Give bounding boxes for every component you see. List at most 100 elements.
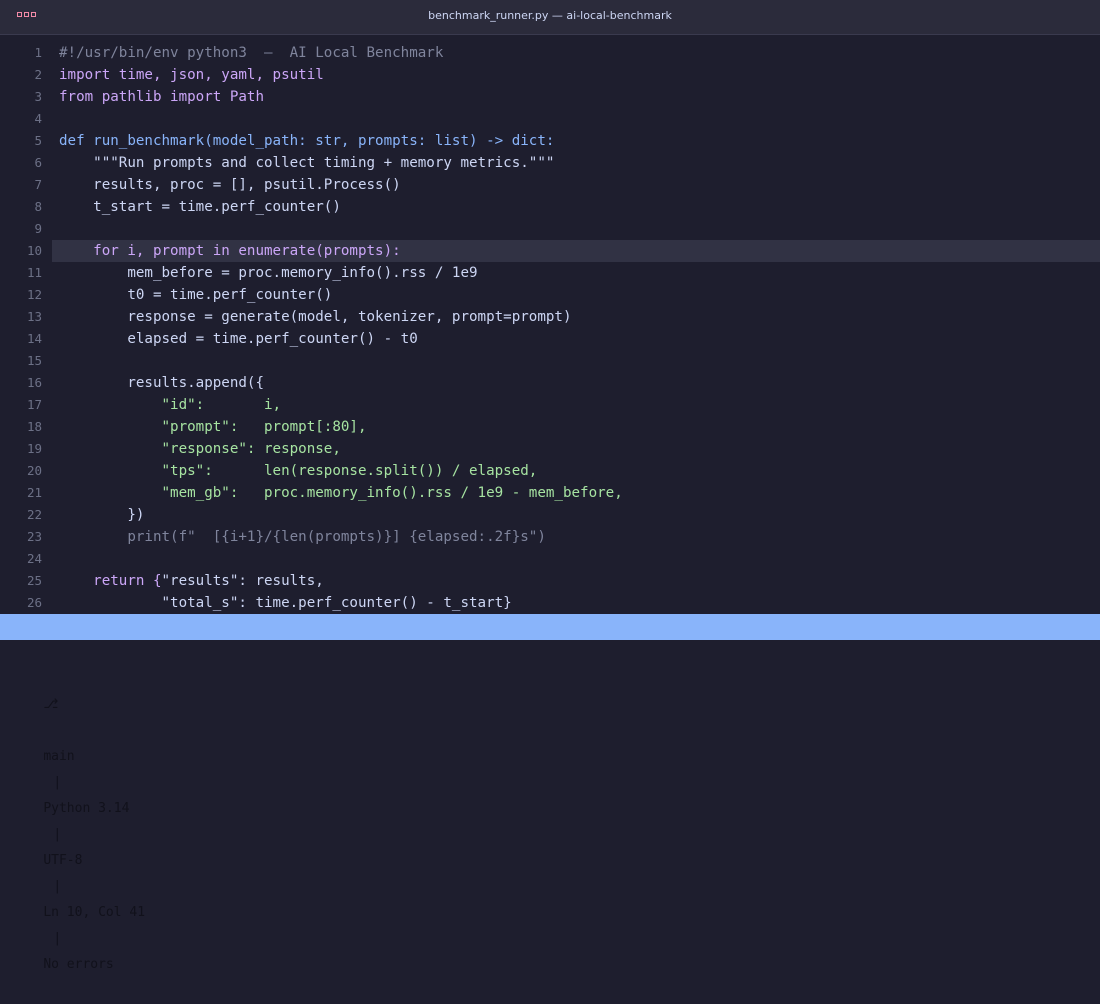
code-text[interactable]: mem_before = proc.memory_info().rss / 1e… [59, 262, 477, 284]
code-text[interactable]: results, proc = [], psutil.Process() [59, 174, 401, 196]
code-token: import [59, 67, 111, 83]
status-separator: | [53, 931, 62, 946]
git-branch-icon[interactable]: ⎇ [43, 697, 58, 712]
code-line[interactable]: 1 #!/usr/bin/env python3 — AI Local Bench… [0, 42, 1100, 64]
code-token: #!/usr/bin/env python3 — AI Local Benchm… [59, 45, 444, 61]
branch-name[interactable]: main [43, 749, 74, 764]
code-token: t0 = time.perf_counter() [59, 287, 333, 303]
code-line[interactable]: 12 t0 = time.perf_counter() [0, 284, 1100, 306]
line-number: 26 [26, 595, 42, 610]
code-line[interactable]: 23 print(f" [{i+1}/{len(prompts)}] {elap… [0, 526, 1100, 548]
code-token: }) [59, 507, 145, 523]
code-text[interactable]: "prompt": prompt[:80], [59, 416, 367, 438]
code-text[interactable]: t_start = time.perf_counter() [59, 196, 341, 218]
line-number: 2 [34, 67, 42, 82]
code-text[interactable]: results.append({ [59, 372, 264, 394]
line-number: 8 [34, 199, 42, 214]
line-number: 23 [26, 529, 42, 544]
code-token: "response": response, [59, 441, 341, 457]
code-text[interactable]: "total_s": time.perf_counter() - t_start… [59, 592, 512, 614]
file-encoding[interactable]: UTF-8 [43, 853, 82, 868]
code-line[interactable]: 2 import time, json, yaml, psutil [0, 64, 1100, 86]
code-line[interactable]: 14 elapsed = time.perf_counter() - t0 [0, 328, 1100, 350]
code-line[interactable]: 13 response = generate(model, tokenizer,… [0, 306, 1100, 328]
code-token: for i, prompt in enumerate(prompts): [59, 243, 401, 259]
code-line[interactable]: 26 "total_s": time.perf_counter() - t_st… [0, 592, 1100, 614]
line-number: 6 [34, 155, 42, 170]
line-number: 13 [26, 309, 42, 324]
status-separator: | [53, 827, 62, 842]
code-line[interactable]: 8 t_start = time.perf_counter() [0, 196, 1100, 218]
code-text[interactable]: t0 = time.perf_counter() [59, 284, 332, 306]
code-text[interactable]: return {"results": results, [59, 570, 324, 592]
code-text[interactable]: from pathlib import Path [59, 86, 264, 108]
code-token: "tps": len(response.split()) / elapsed, [59, 463, 538, 479]
code-text[interactable]: """Run prompts and collect timing + memo… [59, 152, 554, 174]
window-title: benchmark_runner.py — ai-local-benchmark [428, 9, 672, 22]
code-line[interactable]: 19 "response": response, [0, 438, 1100, 460]
code-text[interactable]: "mem_gb": proc.memory_info().rss / 1e9 -… [59, 482, 623, 504]
code-token: "results": results, [161, 573, 324, 589]
code-line[interactable]: 25 return {"results": results, [0, 570, 1100, 592]
line-number: 11 [26, 265, 42, 280]
code-line[interactable]: 20 "tps": len(response.split()) / elapse… [0, 460, 1100, 482]
line-number: 24 [26, 551, 42, 566]
code-text[interactable]: "id": i, [59, 394, 281, 416]
code-token: "mem_gb": proc.memory_info().rss / 1e9 -… [59, 485, 623, 501]
code-token: "id": i, [59, 397, 282, 413]
line-number: 10 [26, 243, 42, 258]
code-token: response = generate(model, tokenizer, pr… [59, 309, 572, 325]
code-line[interactable]: 10 for i, prompt in enumerate(prompts): [0, 240, 1100, 262]
code-token: return { [59, 573, 162, 589]
code-line[interactable]: 6 """Run prompts and collect timing + me… [0, 152, 1100, 174]
code-line[interactable]: 4 [0, 108, 1100, 130]
code-line[interactable]: 9 [0, 218, 1100, 240]
code-line[interactable]: 16 results.append({ [0, 372, 1100, 394]
code-text[interactable]: #!/usr/bin/env python3 — AI Local Benchm… [59, 42, 443, 64]
code-text[interactable]: def run_benchmark(model_path: str, promp… [59, 130, 554, 152]
code-token: results, proc = [], psutil.Process() [59, 177, 401, 193]
code-line[interactable]: 18 "prompt": prompt[:80], [0, 416, 1100, 438]
code-token: t_start = time.perf_counter() [59, 199, 341, 215]
code-line[interactable]: 7 results, proc = [], psutil.Process() [0, 174, 1100, 196]
code-text[interactable]: "tps": len(response.split()) / elapsed, [59, 460, 537, 482]
code-token: "prompt": prompt[:80], [59, 419, 367, 435]
code-line[interactable]: 5 def run_benchmark(model_path: str, prom… [0, 130, 1100, 152]
diagnostics-status[interactable]: No errors [43, 957, 113, 972]
line-number: 1 [34, 45, 42, 60]
code-line[interactable]: 22 }) [0, 504, 1100, 526]
line-number: 9 [34, 221, 42, 236]
code-text[interactable]: "response": response, [59, 438, 341, 460]
code-text[interactable]: }) [59, 504, 144, 526]
code-text[interactable]: response = generate(model, tokenizer, pr… [59, 306, 572, 328]
code-line[interactable]: 3 from pathlib import Path [0, 86, 1100, 108]
line-number: 15 [26, 353, 42, 368]
code-line[interactable]: 21 "mem_gb": proc.memory_info().rss / 1e… [0, 482, 1100, 504]
code-text[interactable]: print(f" [{i+1}/{len(prompts)}] {elapsed… [59, 526, 546, 548]
code-line[interactable]: 17 "id": i, [0, 394, 1100, 416]
line-number: 14 [26, 331, 42, 346]
cursor-position[interactable]: Ln 10, Col 41 [43, 905, 145, 920]
code-token: def run_benchmark(model_path: str, promp… [59, 133, 555, 149]
code-text[interactable]: for i, prompt in enumerate(prompts): [59, 240, 401, 262]
code-token: results.append({ [59, 375, 264, 391]
status-separator: | [53, 879, 62, 894]
code-text[interactable]: elapsed = time.perf_counter() - t0 [59, 328, 417, 350]
code-line[interactable]: 11 mem_before = proc.memory_info().rss /… [0, 262, 1100, 284]
code-token: time, json, yaml, psutil [110, 67, 324, 83]
status-bar: ⎇ main | Python 3.14 | UTF-8 | Ln 10, Co… [0, 614, 1100, 972]
code-token: "total_s": time.perf_counter() - t_start… [59, 595, 512, 611]
line-number: 12 [26, 287, 42, 302]
language-mode[interactable]: Python 3.14 [43, 801, 129, 816]
line-number: 7 [34, 177, 42, 192]
code-token: print(f" [{i+1}/{len(prompts)}] {elapsed… [59, 529, 546, 545]
code-text[interactable]: import time, json, yaml, psutil [59, 64, 324, 86]
line-number: 20 [26, 463, 42, 478]
line-number: 21 [26, 485, 42, 500]
code-token: from pathlib import Path [59, 89, 264, 105]
code-editor[interactable]: 1 #!/usr/bin/env python3 — AI Local Bench… [0, 42, 1100, 614]
code-line[interactable]: 15 [0, 350, 1100, 372]
line-number: 19 [26, 441, 42, 456]
code-line[interactable]: 24 [0, 548, 1100, 570]
line-number: 18 [26, 419, 42, 434]
